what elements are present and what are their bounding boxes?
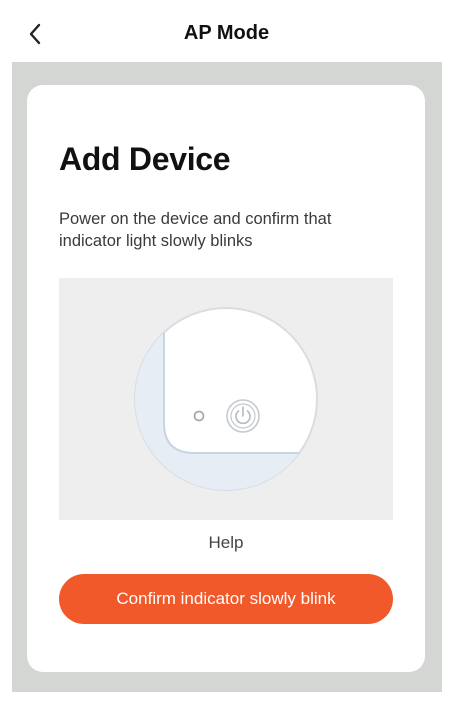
card-description: Power on the device and confirm that ind… [59,210,332,250]
device-illustration [59,278,393,520]
confirm-indicator-button[interactable]: Confirm indicator slowly blink [59,574,393,624]
page-title: AP Mode [183,22,270,44]
add-device-card: Add Device Power on the device and confi… [27,85,425,672]
card-title: Add Device [59,141,231,177]
screen: AP Mode Add Device Power on the device a… [0,0,453,703]
header: AP Mode [0,0,453,62]
device-illustration-graphic [134,307,318,491]
help-link[interactable]: Help [27,533,425,553]
